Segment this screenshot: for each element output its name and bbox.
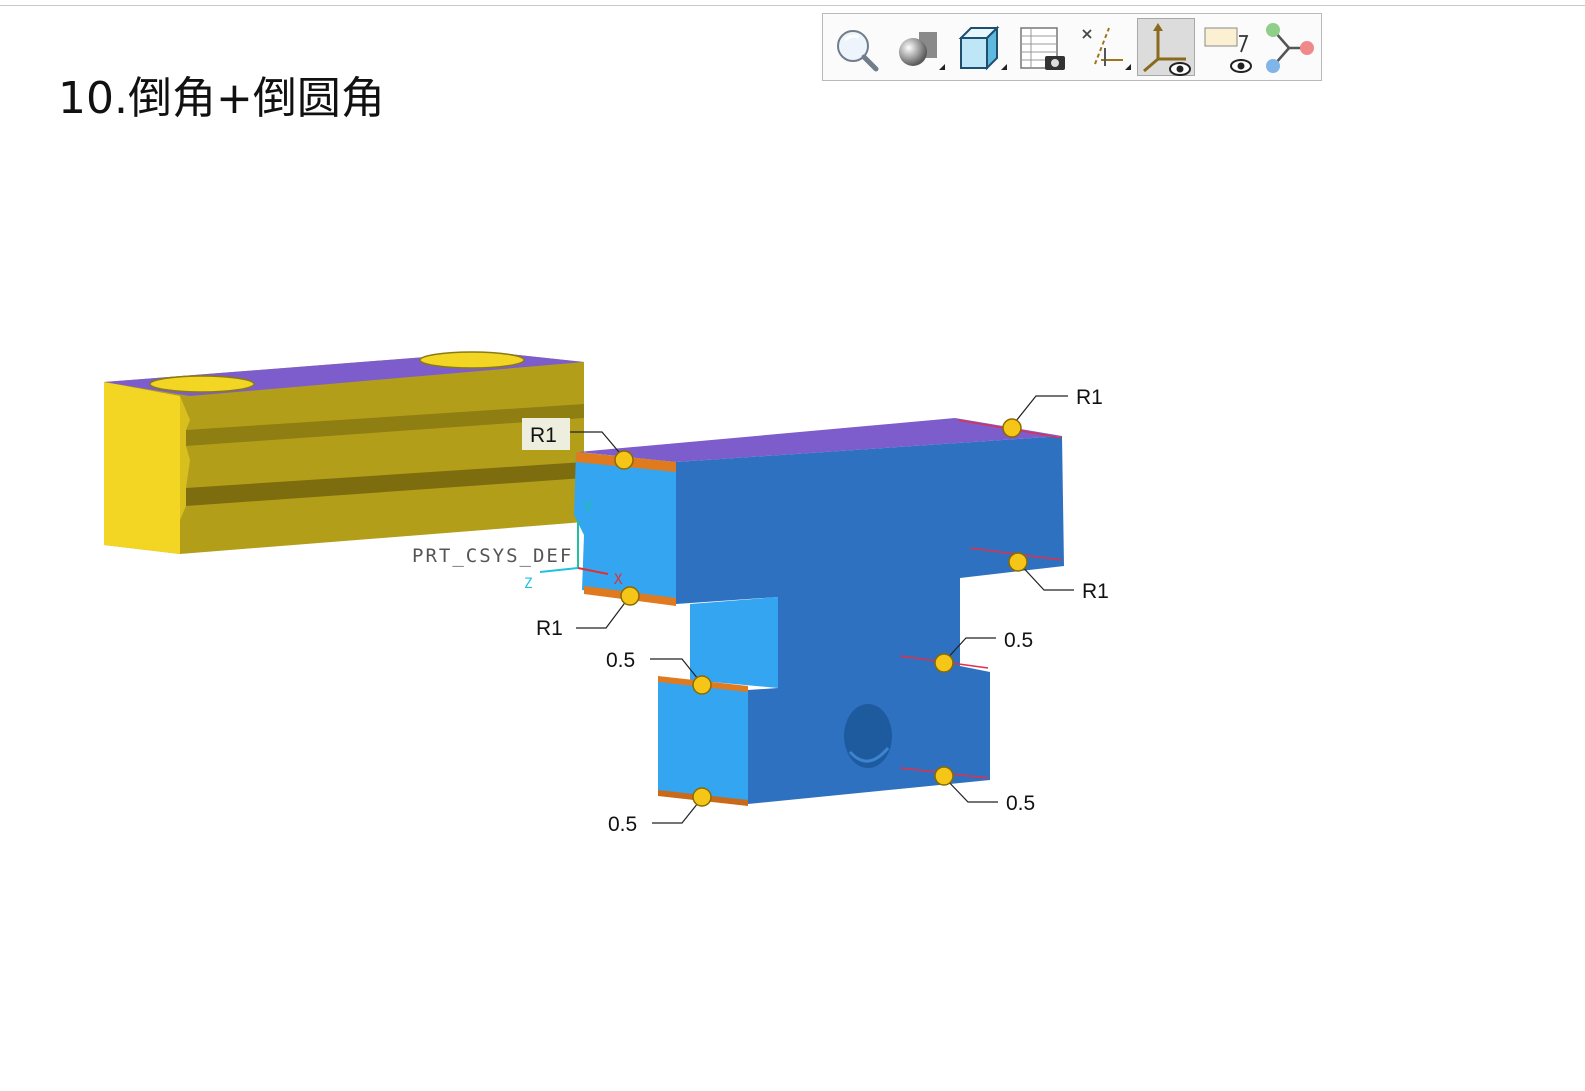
csys-z-label: Z	[524, 576, 532, 592]
callout-marker	[1008, 552, 1028, 572]
callout-label: R1	[1082, 580, 1109, 603]
callout-label: 0.5	[606, 649, 635, 672]
callout-label: R1	[536, 617, 563, 640]
yellow-part	[104, 351, 584, 554]
callout-label: 0.5	[1004, 629, 1033, 652]
callout-label: 0.5	[608, 813, 637, 836]
callout-marker	[614, 450, 634, 470]
callout-label: R1	[530, 424, 557, 447]
callout-label: R1	[1076, 386, 1103, 409]
callout-marker	[934, 766, 954, 786]
csys-name-label: PRT_CSYS_DEF	[412, 545, 573, 567]
blue-part	[574, 418, 1064, 806]
callout-label: 0.5	[1006, 792, 1035, 815]
callout-marker	[692, 787, 712, 807]
callout-marker	[692, 675, 712, 695]
csys-y-label: Y	[584, 500, 593, 516]
callout-marker	[620, 586, 640, 606]
callout-r1-top-right[interactable]: R1	[1002, 386, 1103, 438]
csys-x-label: X	[614, 572, 623, 588]
callout-r1-left-bottom[interactable]: R1	[536, 586, 640, 640]
callout-marker	[1002, 418, 1022, 438]
callout-marker	[934, 653, 954, 673]
model-viewport[interactable]: Y Z X PRT_CSYS_DEF R1 R1 R1 R1 0.5 0.5 0…	[0, 0, 1585, 1091]
